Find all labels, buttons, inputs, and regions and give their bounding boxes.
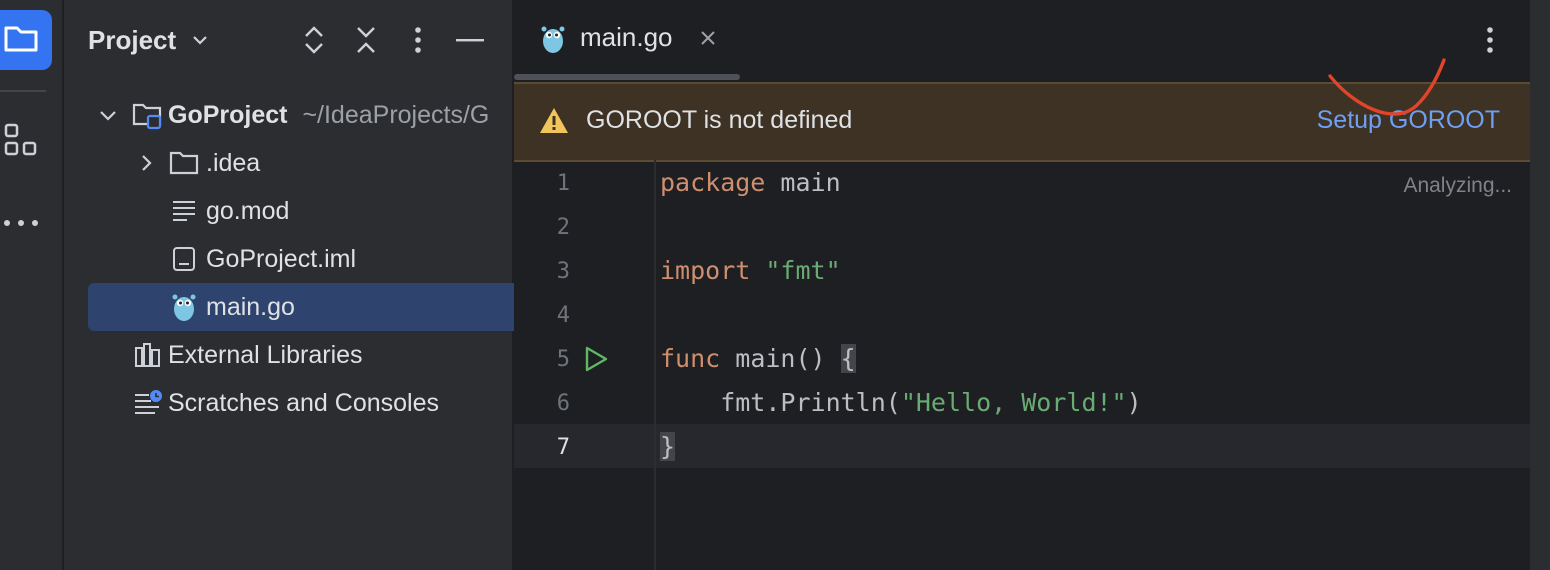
line-number: 7: [556, 435, 570, 460]
chevron-down-icon[interactable]: [92, 99, 124, 131]
tree-item-goproject-iml[interactable]: GoProject.iml: [88, 235, 552, 283]
collapse-all-icon[interactable]: [350, 24, 382, 56]
tree-item-main-go[interactable]: main.go: [88, 283, 552, 331]
panel-title[interactable]: Project: [88, 25, 176, 56]
minimize-icon[interactable]: [454, 24, 486, 56]
line-number: 3: [556, 259, 570, 284]
close-icon[interactable]: [694, 24, 722, 52]
tab-main-go[interactable]: main.go: [514, 0, 740, 80]
tree-item-label: .idea: [206, 148, 261, 177]
gopher-icon: [168, 291, 200, 323]
more-horizontal-icon: [1, 213, 41, 232]
project-path: ~/IdeaProjects/G: [302, 100, 490, 129]
project-panel: Project GoProject ~/IdeaProjects/G .idea…: [64, 0, 552, 570]
tree-item-label: External Libraries: [168, 340, 363, 369]
code-line[interactable]: fmt.Println("Hello, World!"): [660, 388, 1142, 417]
code-line[interactable]: }: [660, 432, 676, 461]
code-line[interactable]: import "fmt": [660, 256, 841, 285]
tree-item-scratches[interactable]: Scratches and Consoles: [88, 379, 552, 427]
folder-icon: [3, 23, 39, 57]
banner-message: GOROOT is not defined: [586, 106, 853, 134]
tree-item-label: Scratches and Consoles: [168, 388, 439, 417]
line-number: 6: [556, 391, 570, 416]
string-literal: "fmt": [750, 256, 841, 285]
project-tool-button[interactable]: [0, 10, 52, 70]
tree-item-external-libraries[interactable]: External Libraries: [88, 331, 552, 379]
code-text: ): [1126, 388, 1142, 417]
tab-label: main.go: [580, 22, 673, 52]
activity-separator: [0, 90, 46, 92]
tree-item-go-mod[interactable]: go.mod: [88, 187, 552, 235]
matched-brace: {: [840, 344, 856, 373]
line-number: 1: [556, 171, 570, 196]
tree-item-label: go.mod: [206, 196, 290, 225]
code-line[interactable]: package main: [660, 168, 841, 197]
module-folder-icon: [132, 99, 164, 131]
structure-icon: [4, 123, 38, 161]
warning-icon: [538, 106, 570, 140]
matched-brace: }: [660, 432, 676, 461]
annotation-stroke: [1328, 58, 1446, 116]
tree-item-idea[interactable]: .idea: [88, 139, 552, 187]
keyword: import: [660, 256, 751, 285]
code-text: main: [765, 168, 841, 197]
right-tool-strip: [1530, 0, 1550, 570]
line-number: 5: [556, 347, 570, 372]
text-file-icon: [168, 195, 200, 227]
iml-file-icon: [168, 243, 200, 275]
more-tools-button[interactable]: [0, 192, 52, 252]
chevron-down-icon[interactable]: [184, 24, 216, 56]
code-line[interactable]: func main() {: [660, 344, 856, 373]
project-panel-header: Project: [88, 20, 508, 60]
line-number: 2: [556, 215, 570, 240]
kebab-menu-icon[interactable]: [402, 24, 434, 56]
editor: main.go GOROOT is not defined Setup GORO…: [514, 0, 1530, 570]
tree-item-label: GoProject: [168, 100, 288, 129]
run-icon[interactable]: [582, 345, 610, 373]
chevron-right-icon[interactable]: [130, 147, 162, 179]
kebab-menu-icon[interactable]: [1486, 26, 1494, 58]
analysis-status: Analyzing...: [1403, 174, 1512, 197]
activity-bar: [0, 0, 64, 570]
tree-item-label: GoProject.iml: [206, 244, 357, 273]
ide-window: Project GoProject ~/IdeaProjects/G .idea…: [0, 0, 1550, 570]
code-text: fmt.Println(: [660, 388, 901, 417]
tree-item-label: main.go: [206, 292, 295, 321]
keyword: func: [660, 344, 721, 373]
libraries-icon: [132, 339, 164, 371]
tree-item-goproject[interactable]: GoProject ~/IdeaProjects/G: [88, 91, 552, 139]
code-text: main(): [720, 344, 841, 373]
line-number: 4: [556, 303, 570, 328]
string-literal: "Hello, World!": [900, 388, 1127, 417]
expand-all-icon[interactable]: [298, 24, 330, 56]
scratches-icon: [132, 387, 164, 419]
active-tab-indicator: [514, 74, 740, 80]
folder-icon: [168, 147, 200, 179]
structure-tool-button[interactable]: [0, 112, 52, 172]
gopher-icon: [540, 24, 566, 58]
gutter-separator: [654, 160, 656, 570]
keyword: package: [660, 168, 766, 197]
